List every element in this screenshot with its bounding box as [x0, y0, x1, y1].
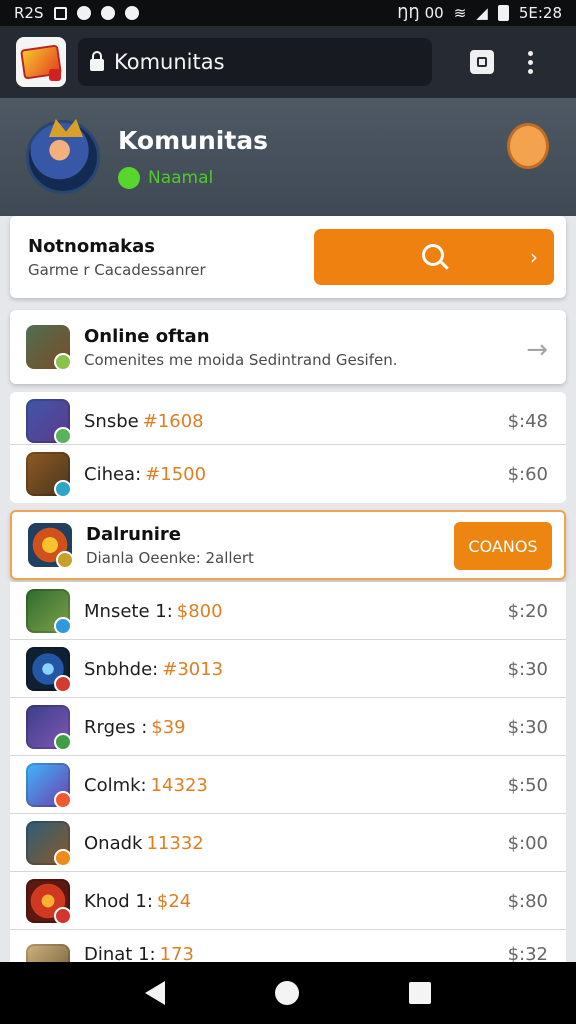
row-value: 14323: [150, 774, 208, 796]
table-row[interactable]: Dinat 1: 173 $:32: [10, 930, 566, 962]
page-title: Komunitas: [118, 125, 269, 155]
table-row[interactable]: Snbhde: #3013 $:30: [10, 640, 566, 698]
url-text: Komunitas: [114, 50, 225, 74]
game-icon: [28, 523, 74, 569]
row-price: $:60: [507, 463, 548, 485]
row-value: 11332: [146, 832, 204, 854]
more-options-icon[interactable]: [528, 50, 533, 74]
status-circle-icon: [76, 6, 91, 20]
game-icon: [26, 879, 72, 925]
game-icon: [26, 452, 72, 498]
signal-bars-icon: ◢: [476, 3, 488, 22]
row-value: #3013: [162, 658, 224, 680]
game-icon: [26, 399, 72, 445]
search-title: Notnomakas: [28, 235, 155, 257]
row-label: Cihea:: [84, 463, 142, 485]
row-label: Snbhde:: [84, 658, 159, 680]
table-row[interactable]: Khod 1: $24 $:80: [10, 872, 566, 930]
game-icon: [26, 325, 72, 371]
avatar[interactable]: [26, 120, 100, 194]
row-value: $39: [151, 716, 186, 738]
mascot-icon[interactable]: [510, 126, 546, 166]
game-icon: [26, 705, 72, 751]
battery-icon: [497, 5, 509, 21]
browser-toolbar: Komunitas: [0, 26, 576, 98]
row-price: $:80: [507, 890, 548, 912]
table-row[interactable]: Rrges : $39 $:30: [10, 698, 566, 756]
featured-row[interactable]: Dalrunire Dianla Oeenke: 2allert COANOS: [10, 510, 566, 580]
search-icon: [422, 244, 444, 266]
row-price: $:30: [507, 716, 548, 738]
online-status-label: Naamal: [148, 167, 214, 188]
row-label: Onadk: [84, 832, 143, 854]
online-title: Online oftan: [84, 325, 210, 347]
home-icon[interactable]: [275, 981, 299, 1005]
game-icon: [26, 821, 72, 867]
online-icon: [118, 166, 140, 189]
address-bar[interactable]: Komunitas: [78, 38, 432, 86]
game-icon: [26, 647, 72, 693]
featured-subtitle: Dianla Oeenke: 2allert: [86, 548, 254, 567]
site-logo[interactable]: [16, 37, 66, 87]
status-circle-icon: [124, 6, 139, 20]
arrow-right-icon: →: [526, 335, 548, 365]
online-status: Naamal: [118, 166, 268, 189]
row-label: Mnsete 1:: [84, 600, 173, 622]
search-card: Notnomakas Garme r Cacadessanrer ›: [10, 216, 566, 298]
status-app-icon: R2S: [14, 3, 44, 22]
row-price: $:00: [507, 832, 548, 854]
status-bar: R2S ŊŊ 00 ≋ ◢ 5E:28: [0, 0, 576, 26]
back-icon[interactable]: [145, 981, 165, 1005]
row-value: #1608: [142, 410, 204, 432]
table-row[interactable]: Colmk: 14323 $:50: [10, 756, 566, 814]
row-label: Colmk:: [84, 774, 147, 796]
row-price: $:48: [507, 410, 548, 432]
clock-text: 5E:28: [518, 4, 562, 22]
search-subtitle: Garme r Cacadessanrer: [28, 260, 206, 279]
wifi-icon: ≋: [453, 3, 467, 22]
featured-title: Dalrunire: [86, 523, 182, 545]
row-price: $:50: [507, 774, 548, 796]
status-circle-icon: [100, 6, 115, 20]
game-icon: [26, 589, 72, 635]
online-subtitle: Comenites me moida Sedintrand Gesifen.: [84, 350, 398, 369]
table-row[interactable]: Cihea: #1500 $:60: [10, 445, 566, 503]
status-square-icon: [53, 6, 67, 20]
online-card[interactable]: Online oftan Comenites me moida Sedintra…: [10, 310, 566, 384]
game-icon: [26, 763, 72, 809]
lock-icon: [90, 51, 104, 71]
recent-apps-icon[interactable]: [409, 982, 431, 1004]
tabs-icon[interactable]: [470, 50, 494, 74]
table-row[interactable]: Mnsete 1: $800 $:20: [10, 582, 566, 640]
search-button[interactable]: ›: [314, 229, 554, 285]
row-price: $:32: [507, 944, 548, 962]
signal-icon: ŊŊ 00: [397, 3, 444, 22]
navigation-bar: [0, 962, 576, 1024]
row-price: $:20: [507, 600, 548, 622]
row-value: 173: [159, 944, 194, 962]
row-value: $800: [176, 600, 223, 622]
table-row[interactable]: Onadk 11332 $:00: [10, 814, 566, 872]
row-label: Snsbe: [84, 410, 139, 432]
row-label: Rrges :: [84, 716, 148, 738]
game-icon: [26, 944, 70, 962]
profile-header: Komunitas Naamal: [0, 98, 576, 216]
row-label: Khod 1:: [84, 890, 153, 912]
table-row[interactable]: Snsbe #1608 $:48: [10, 392, 566, 450]
row-value: #1500: [145, 463, 207, 485]
row-price: $:30: [507, 658, 548, 680]
row-label: Dinat 1:: [84, 944, 156, 962]
chevron-right-icon: ›: [530, 245, 538, 269]
coins-button[interactable]: COANOS: [454, 522, 552, 570]
row-value: $24: [156, 890, 192, 912]
